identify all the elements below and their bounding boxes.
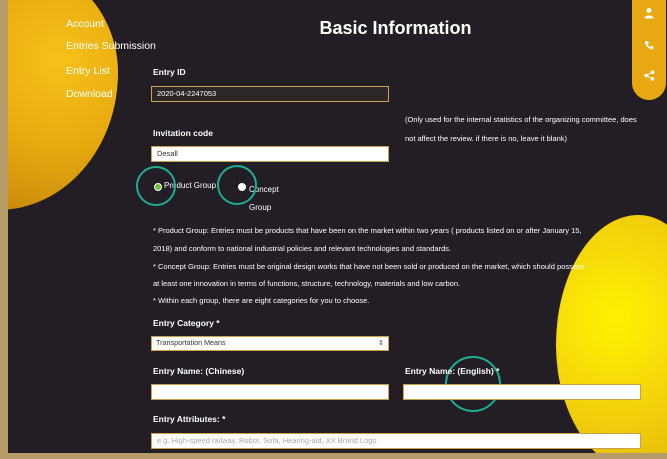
entry-name-english-label: Entry Name: (English) * xyxy=(405,366,500,376)
nav-entry-list[interactable]: Entry List xyxy=(66,65,110,77)
entry-name-chinese-input[interactable] xyxy=(151,384,389,400)
entry-category-value: Transportation Means xyxy=(156,338,226,347)
invitation-code-label: Invitation code xyxy=(153,128,213,138)
entry-name-chinese-label: Entry Name: (Chinese) xyxy=(153,366,245,376)
nav-entries-submission[interactable]: Entries Submission xyxy=(66,40,156,52)
description-line: * Concept Group: Entries must be origina… xyxy=(153,262,585,271)
entry-category-select[interactable]: Transportation Means ⇕ xyxy=(151,336,389,351)
description-line: at least one innovation in terms of func… xyxy=(153,279,461,288)
page-frame: Account Entries Submission Entry List Do… xyxy=(0,0,667,459)
entry-category-label: Entry Category * xyxy=(153,318,220,328)
decorative-blob-right xyxy=(556,215,667,453)
entry-attributes-label: Entry Attributes: * xyxy=(153,414,226,424)
user-icon[interactable] xyxy=(640,4,658,22)
page-title: Basic Information xyxy=(319,18,472,38)
entry-name-english-input[interactable] xyxy=(403,384,641,400)
social-bar xyxy=(632,0,666,100)
share-icon[interactable] xyxy=(640,66,658,84)
highlight-circle-product xyxy=(136,166,176,206)
highlight-circle-concept xyxy=(217,165,257,205)
invitation-code-note: (Only used for the internal statistics o… xyxy=(405,115,637,143)
invitation-code-input[interactable]: Desall xyxy=(151,146,389,162)
description-line: * Product Group: Entries must be product… xyxy=(153,226,582,235)
entry-attributes-input[interactable]: e.g. High-speed railway, Robot, Sofa, He… xyxy=(151,433,641,449)
description-line: 2018) and conform to national industrial… xyxy=(153,244,452,253)
nav-download[interactable]: Download xyxy=(66,88,113,100)
select-arrows-icon: ⇕ xyxy=(378,340,384,347)
entry-id-label: Entry ID xyxy=(153,67,186,77)
description-line: * Within each group, there are eight cat… xyxy=(153,296,370,305)
phone-icon[interactable] xyxy=(640,36,658,54)
entry-id-field: 2020-04-2247053 xyxy=(151,86,389,102)
